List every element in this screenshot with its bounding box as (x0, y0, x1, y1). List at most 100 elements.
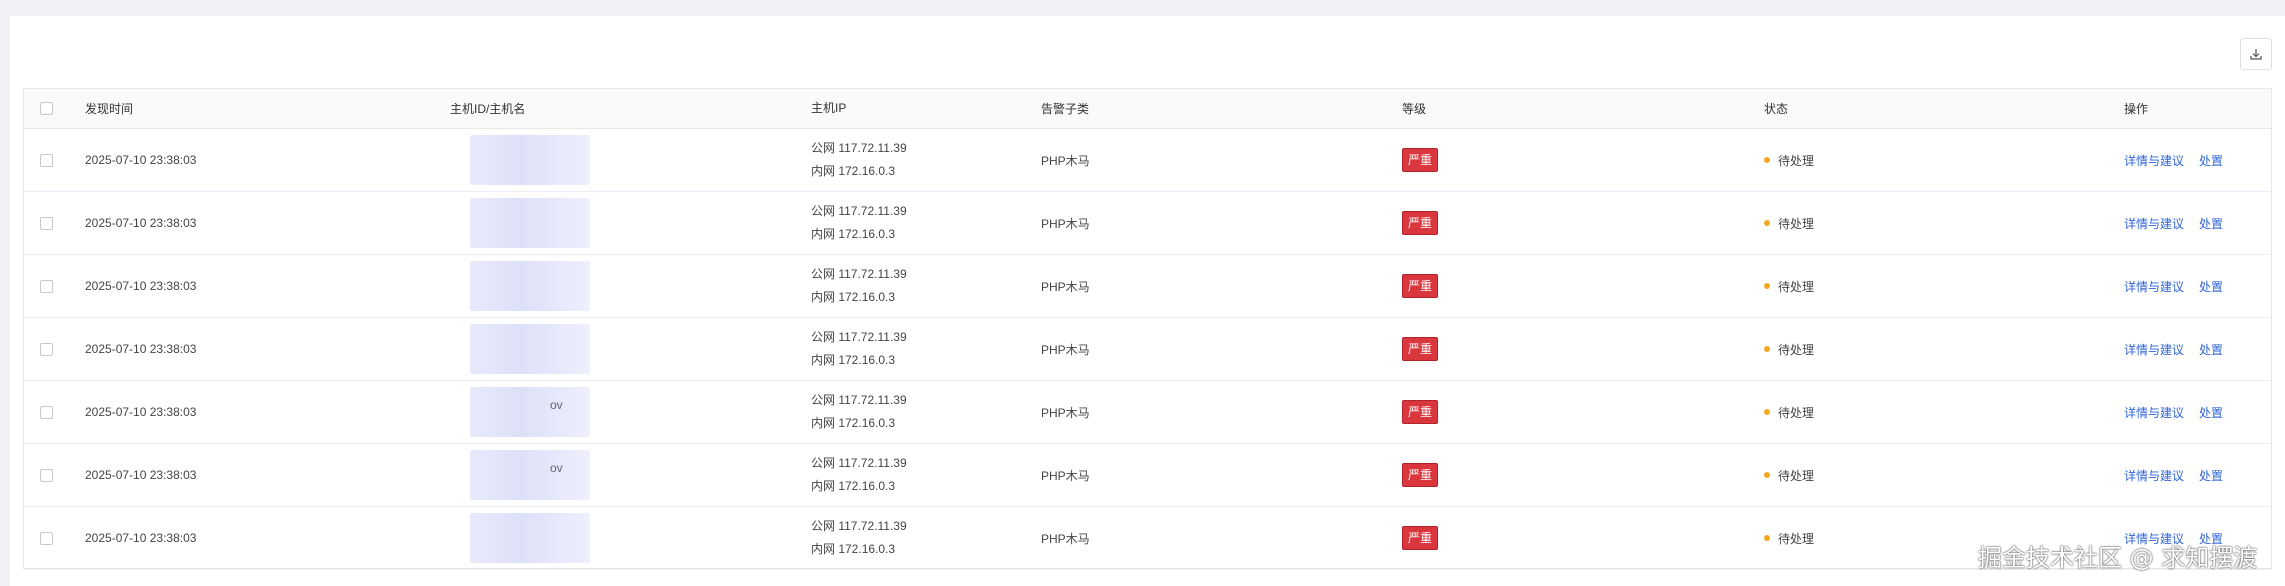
handle-link[interactable]: 处置 (2199, 404, 2223, 421)
severity-cell: 严重 (1402, 318, 1439, 380)
status-cell: 待处理 (1764, 318, 1814, 380)
public-ip: 公网 117.72.11.39 (811, 393, 907, 407)
severity-cell: 严重 (1402, 255, 1439, 317)
table-row: 2025-07-10 23:38:03 ov 公网 117.72.11.39 内… (24, 381, 2271, 444)
table-row: 2025-07-10 23:38:03 公网 117.72.11.39 内网 1… (24, 318, 2271, 381)
host-name-fragment: ov (550, 398, 563, 412)
discovery-time: 2025-07-10 23:38:03 (85, 216, 197, 230)
private-ip: 内网 172.16.0.3 (811, 290, 896, 304)
severity-badge: 严重 (1402, 274, 1439, 298)
column-header-subtype: 告警子类 (1041, 102, 1090, 116)
host-id-name (450, 507, 590, 569)
table-row: 2025-07-10 23:38:03 ov 公网 117.72.11.39 内… (24, 444, 2271, 507)
private-ip: 内网 172.16.0.3 (811, 164, 896, 178)
handle-link[interactable]: 处置 (2199, 278, 2223, 295)
row-select-cell (40, 129, 53, 191)
detail-advice-link[interactable]: 详情与建议 (2124, 278, 2184, 295)
status-text: 待处理 (1778, 531, 1815, 546)
row-checkbox[interactable] (40, 342, 53, 356)
host-id-name: ov (450, 381, 590, 443)
private-ip: 内网 172.16.0.3 (811, 353, 896, 367)
status-text: 待处理 (1778, 153, 1815, 168)
handle-link[interactable]: 处置 (2199, 215, 2223, 232)
severity-badge: 严重 (1402, 148, 1439, 172)
alert-subtype: PHP木马 (1041, 531, 1090, 546)
row-select-cell (40, 192, 53, 254)
operations-cell: 详情与建议 处置 (2124, 381, 2223, 443)
host-ip: 公网 117.72.11.39 内网 172.16.0.3 (811, 192, 907, 254)
status-cell: 待处理 (1764, 507, 1814, 569)
status-text: 待处理 (1778, 468, 1815, 483)
host-ip: 公网 117.72.11.39 内网 172.16.0.3 (811, 318, 907, 380)
status-dot-icon (1764, 409, 1770, 415)
alert-subtype: PHP木马 (1041, 279, 1090, 294)
severity-badge: 严重 (1402, 463, 1439, 487)
row-select-cell (40, 381, 53, 443)
column-header-ip: 主机IP (811, 101, 847, 115)
alert-table: 发现时间 主机ID/主机名 主机IP 告警子类 等级 状态 操作 2025-07… (23, 88, 2272, 570)
redaction-blur (470, 135, 590, 185)
row-select-cell (40, 255, 53, 317)
row-checkbox[interactable] (40, 279, 53, 293)
host-id-name (450, 192, 590, 254)
status-dot-icon (1764, 283, 1770, 289)
status-cell: 待处理 (1764, 129, 1814, 191)
private-ip: 内网 172.16.0.3 (811, 479, 896, 493)
select-all-cell (40, 89, 53, 128)
status-dot-icon (1764, 535, 1770, 541)
severity-badge: 严重 (1402, 526, 1439, 550)
detail-advice-link[interactable]: 详情与建议 (2124, 341, 2184, 358)
public-ip: 公网 117.72.11.39 (811, 141, 907, 155)
column-header-status: 状态 (1764, 102, 1789, 116)
row-checkbox[interactable] (40, 153, 53, 167)
severity-badge: 严重 (1402, 211, 1439, 235)
severity-badge: 严重 (1402, 337, 1439, 361)
redaction-blur (470, 324, 590, 374)
handle-link[interactable]: 处置 (2199, 152, 2223, 169)
table-row: 2025-07-10 23:38:03 公网 117.72.11.39 内网 1… (24, 507, 2271, 570)
row-checkbox[interactable] (40, 216, 53, 230)
status-text: 待处理 (1778, 279, 1815, 294)
detail-advice-link[interactable]: 详情与建议 (2124, 152, 2184, 169)
table-row: 2025-07-10 23:38:03 公网 117.72.11.39 内网 1… (24, 255, 2271, 318)
table-header: 发现时间 主机ID/主机名 主机IP 告警子类 等级 状态 操作 (24, 89, 2271, 129)
table-row: 2025-07-10 23:38:03 公网 117.72.11.39 内网 1… (24, 129, 2271, 192)
discovery-time: 2025-07-10 23:38:03 (85, 531, 197, 545)
severity-cell: 严重 (1402, 129, 1439, 191)
detail-advice-link[interactable]: 详情与建议 (2124, 215, 2184, 232)
row-checkbox[interactable] (40, 405, 53, 419)
handle-link[interactable]: 处置 (2199, 467, 2223, 484)
download-button[interactable] (2240, 38, 2272, 70)
operations-cell: 详情与建议 处置 (2124, 255, 2223, 317)
status-cell: 待处理 (1764, 255, 1814, 317)
public-ip: 公网 117.72.11.39 (811, 519, 907, 533)
row-checkbox[interactable] (40, 468, 53, 482)
redaction-blur (470, 387, 590, 437)
status-dot-icon (1764, 472, 1770, 478)
status-text: 待处理 (1778, 216, 1815, 231)
discovery-time: 2025-07-10 23:38:03 (85, 405, 197, 419)
redaction-blur (470, 198, 590, 248)
host-id-name (450, 255, 590, 317)
detail-advice-link[interactable]: 详情与建议 (2124, 467, 2184, 484)
column-header-time[interactable]: 发现时间 (85, 89, 133, 128)
discovery-time: 2025-07-10 23:38:03 (85, 342, 197, 356)
select-all-checkbox[interactable] (40, 102, 53, 115)
status-cell: 待处理 (1764, 381, 1814, 443)
public-ip: 公网 117.72.11.39 (811, 204, 907, 218)
redaction-blur (470, 261, 590, 311)
severity-cell: 严重 (1402, 381, 1439, 443)
detail-advice-link[interactable]: 详情与建议 (2124, 404, 2184, 421)
host-id-name (450, 129, 590, 191)
row-select-cell (40, 318, 53, 380)
public-ip: 公网 117.72.11.39 (811, 267, 907, 281)
host-ip: 公网 117.72.11.39 内网 172.16.0.3 (811, 444, 907, 506)
status-cell: 待处理 (1764, 192, 1814, 254)
table-row: 2025-07-10 23:38:03 公网 117.72.11.39 内网 1… (24, 192, 2271, 255)
row-checkbox[interactable] (40, 531, 53, 545)
column-header-ops: 操作 (2124, 102, 2149, 116)
download-icon (2250, 49, 2262, 60)
host-id-name: ov (450, 444, 590, 506)
watermark: 掘金技术社区 @ 求知摆渡 (1978, 544, 2258, 572)
handle-link[interactable]: 处置 (2199, 341, 2223, 358)
